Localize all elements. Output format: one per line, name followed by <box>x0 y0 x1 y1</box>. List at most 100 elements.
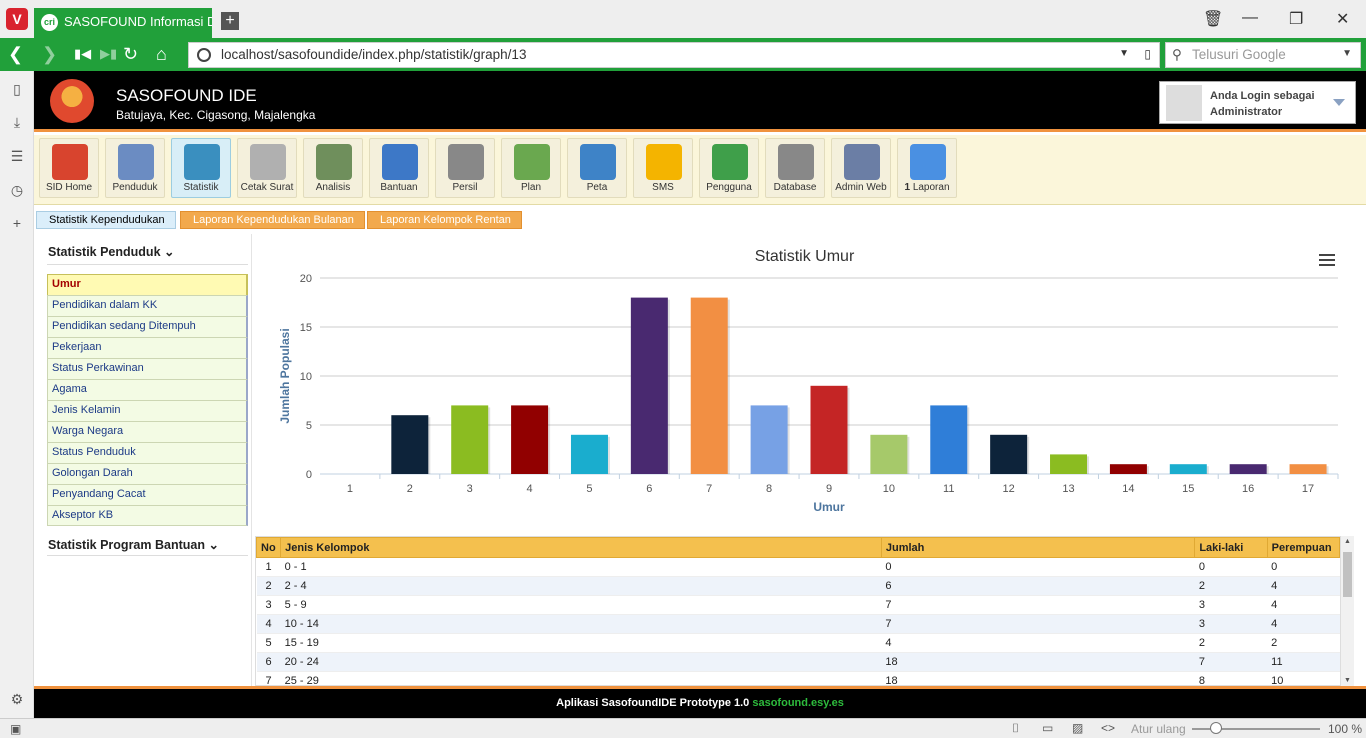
bar <box>630 297 668 474</box>
settings-gear-icon[interactable]: ⚙ <box>9 691 25 707</box>
zoom-slider-handle[interactable] <box>1210 722 1222 734</box>
toolbar-label-text: SMS <box>652 182 674 193</box>
toolbar-label-text: Peta <box>586 182 608 193</box>
sidebar-item-agama[interactable]: Agama <box>47 379 248 400</box>
users-icon <box>712 144 748 180</box>
toolbar-penduduk-button[interactable]: Penduduk <box>105 138 165 198</box>
x-tick-label: 2 <box>407 483 413 495</box>
toolbar-analisis-button[interactable]: Analisis <box>303 138 363 198</box>
new-tab-button[interactable]: + <box>221 12 239 30</box>
tab-laporan-bulanan[interactable]: Laporan Kependudukan Bulanan <box>180 211 365 229</box>
toolbar-admin-web-button[interactable]: Admin Web <box>831 138 891 198</box>
tab-title: SASOFOUND Informasi Desa <box>64 14 212 29</box>
table-header-jenis-kelompok[interactable]: Jenis Kelompok <box>280 537 882 558</box>
sidebar-item-pendidikan-dalam-kk[interactable]: Pendidikan dalam KK <box>47 295 248 316</box>
table-header-jumlah[interactable]: Jumlah <box>880 537 1196 558</box>
table-header-perempuan[interactable]: Perempuan <box>1266 537 1340 558</box>
sidebar-item-pendidikan-sedang-ditempuh[interactable]: Pendidikan sedang Ditempuh <box>47 316 248 337</box>
zoom-reset-label[interactable]: Atur ulang <box>1131 722 1186 736</box>
browser-tab[interactable]: cri SASOFOUND Informasi Desa <box>34 8 212 38</box>
sidebar-item-status-penduduk[interactable]: Status Penduduk <box>47 442 248 463</box>
table-header-laki-laki[interactable]: Laki-laki <box>1194 537 1268 558</box>
maximize-button[interactable]: ❐ <box>1289 9 1303 29</box>
sidebar-item-penyandang-cacat[interactable]: Penyandang Cacat <box>47 484 248 505</box>
toolbar-statistik-button[interactable]: Statistik <box>171 138 231 198</box>
bookmarks-panel-icon[interactable]: ▯ <box>9 81 25 97</box>
image-icon[interactable]: ▨ <box>1072 721 1083 735</box>
rewind-button[interactable]: ▮◀ <box>74 43 91 65</box>
toolbar-label: Bantuan <box>370 182 428 193</box>
history-panel-icon[interactable]: ◷ <box>9 182 25 198</box>
sidebar-item-status-perkawinan[interactable]: Status Perkawinan <box>47 358 248 379</box>
footer-link[interactable]: sasofound.esy.es <box>752 697 844 709</box>
notes-panel-icon[interactable]: ☰ <box>9 148 25 164</box>
browser-side-panel: ▯ ⤓ ☰ ◷ + ⚙ <box>0 71 34 718</box>
sidebar-item-golongan-darah[interactable]: Golongan Darah <box>47 463 248 484</box>
table-scrollbar[interactable]: ▲ ▼ <box>1341 536 1354 686</box>
camera-icon[interactable]: ⌷ <box>1012 721 1019 736</box>
vivaldi-menu-icon[interactable]: V <box>6 8 28 30</box>
sidebar-item-umur[interactable]: Umur <box>47 274 248 295</box>
toolbar-laporan-button[interactable]: 1 Laporan <box>897 138 957 198</box>
reload-icon[interactable]: ↻ <box>123 43 138 65</box>
sidebar-item-akseptor-kb[interactable]: Akseptor KB <box>47 505 248 526</box>
url-dropdown-icon[interactable]: ▼ <box>1119 48 1129 59</box>
table-header-no[interactable]: No <box>256 537 282 558</box>
panel-toggle-icon[interactable]: ▣ <box>10 722 21 736</box>
mail-icon <box>910 144 946 180</box>
bar <box>810 385 848 474</box>
toolbar-label-text: Laporan <box>912 182 950 193</box>
x-tick-label: 17 <box>1302 483 1314 495</box>
section-statistik-penduduk[interactable]: Statistik Penduduk ⌄ <box>48 244 175 259</box>
trash-icon[interactable]: 🗑 <box>1203 9 1223 29</box>
y-tick-label: 15 <box>300 322 312 334</box>
scroll-up-icon[interactable]: ▲ <box>1344 538 1351 545</box>
add-panel-icon[interactable]: + <box>9 215 25 231</box>
fast-forward-button[interactable]: ▶▮ <box>100 43 117 65</box>
home-icon[interactable]: ⌂ <box>156 43 167 65</box>
toolbar-persil-button[interactable]: Persil <box>435 138 495 198</box>
scroll-thumb[interactable] <box>1343 552 1352 597</box>
statistik-menu: Umur Pendidikan dalam KK Pendidikan sedang… <box>47 274 248 526</box>
x-axis-title: Umur <box>813 500 845 514</box>
toolbar-sid-home-button[interactable]: SID Home <box>39 138 99 198</box>
toolbar-cetak-surat-button[interactable]: Cetak Surat <box>237 138 297 198</box>
search-engine-dropdown-icon[interactable]: ▼ <box>1342 48 1352 59</box>
code-icon[interactable]: <> <box>1101 721 1115 735</box>
search-field[interactable]: ⚲ Telusuri Google ▼ <box>1165 42 1361 68</box>
app-footer: Aplikasi SasofoundIDE Prototype 1.0 saso… <box>34 686 1366 718</box>
toolbar-label: Analisis <box>304 182 362 193</box>
downloads-panel-icon[interactable]: ⤓ <box>9 114 25 130</box>
toolbar-label-text: SID Home <box>45 182 93 193</box>
bar <box>1109 464 1147 474</box>
login-dropdown[interactable]: Anda Login sebagai Administrator <box>1159 81 1356 124</box>
url-field[interactable]: localhost/sasofoundide/index.php/statist… <box>188 42 1160 68</box>
toolbar-sms-button[interactable]: SMS <box>633 138 693 198</box>
data-table-container: No Jenis Kelompok Jumlah Laki-laki Perempuan… <box>255 536 1341 686</box>
toolbar-database-button[interactable]: Database <box>765 138 825 198</box>
map-fold-icon <box>448 144 484 180</box>
scroll-down-icon[interactable]: ▼ <box>1344 677 1351 684</box>
tab-statistik-kependudukan[interactable]: Statistik Kependudukan <box>36 211 176 229</box>
table-cell: 4 <box>256 614 281 634</box>
bookmark-icon[interactable]: ▯ <box>1144 47 1151 61</box>
toolbar-label: Admin Web <box>832 182 890 193</box>
tile-icon[interactable]: ▭ <box>1042 721 1053 735</box>
section-program-bantuan[interactable]: Statistik Program Bantuan ⌄ <box>48 537 219 552</box>
sidebar-item-pekerjaan[interactable]: Pekerjaan <box>47 337 248 358</box>
sidebar-item-warga-negara[interactable]: Warga Negara <box>47 421 248 442</box>
search-placeholder: Telusuri Google <box>1192 47 1286 62</box>
table-row: 4 10 - 14 7 3 4 <box>256 614 1340 634</box>
toolbar-pengguna-button[interactable]: Pengguna <box>699 138 759 198</box>
chevron-down-icon: ⌄ <box>208 538 219 552</box>
tab-kelompok-rentan[interactable]: Laporan Kelompok Rentan <box>367 211 522 229</box>
close-window-button[interactable]: ✕ <box>1336 9 1349 29</box>
toolbar-plan-button[interactable]: Plan <box>501 138 561 198</box>
sidebar-item-jenis-kelamin[interactable]: Jenis Kelamin <box>47 400 248 421</box>
forward-button[interactable]: ❯ <box>42 43 57 65</box>
toolbar-bantuan-button[interactable]: Bantuan <box>369 138 429 198</box>
toolbar-peta-button[interactable]: Peta <box>567 138 627 198</box>
bar <box>930 405 968 474</box>
back-button[interactable]: ❮ <box>8 43 23 65</box>
minimize-button[interactable]: — <box>1242 9 1258 27</box>
